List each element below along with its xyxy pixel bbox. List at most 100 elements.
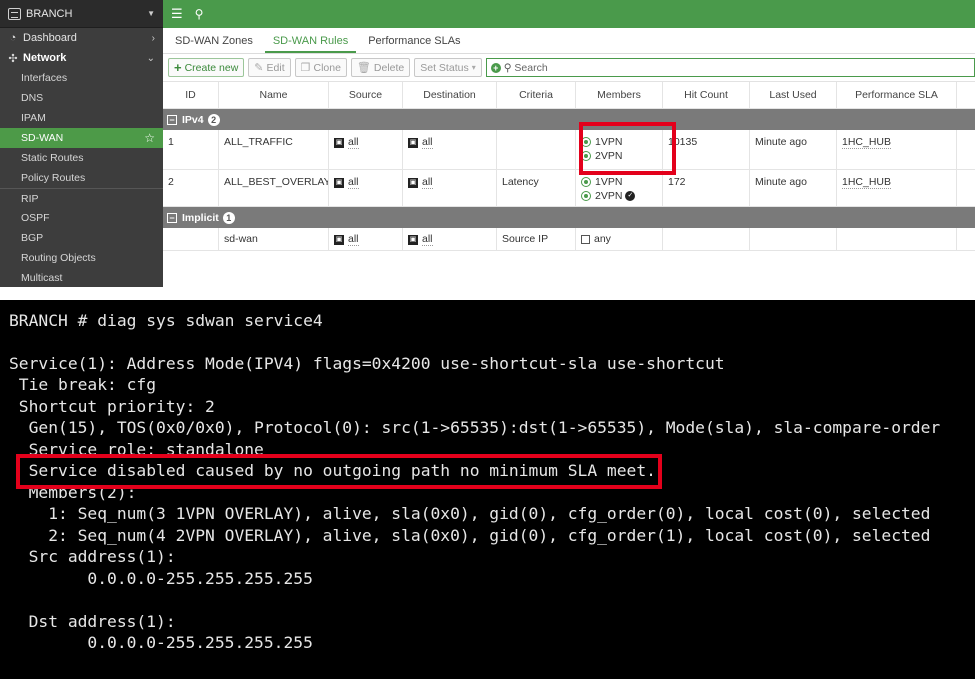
- address-icon: ▣: [334, 177, 344, 188]
- terminal-line: Service(1): Address Mode(IPV4) flags=0x4…: [9, 354, 725, 373]
- tab-performance-slas[interactable]: Performance SLAs: [360, 35, 468, 53]
- cell-performance-sla: 1HC_HUB: [837, 130, 957, 169]
- group-row-implicit[interactable]: − Implicit 1: [163, 207, 975, 228]
- star-icon[interactable]: ☆: [144, 131, 155, 145]
- column-header[interactable]: Name: [219, 82, 329, 108]
- device-icon: [8, 7, 21, 20]
- address-label[interactable]: all: [422, 176, 433, 189]
- cell-source: ▣ all: [329, 130, 403, 169]
- tab-bar: SD-WAN Zones SD-WAN Rules Performance SL…: [163, 28, 975, 54]
- column-header[interactable]: Members: [576, 82, 663, 108]
- sidebar-item-label: OSPF: [21, 212, 50, 224]
- sla-label[interactable]: 1HC_HUB: [842, 176, 892, 189]
- table-row[interactable]: 2 ALL_BEST_OVERLAY ▣ all ▣ all Latency 1VP…: [163, 170, 975, 207]
- terminal-output: BRANCH # diag sys sdwan service4 Service…: [0, 300, 975, 679]
- sidebar-item-label: Static Routes: [21, 152, 84, 164]
- error-highlight-box: [16, 454, 662, 489]
- member-label[interactable]: 1VPN: [595, 176, 622, 188]
- cell-source: ▣ all: [329, 228, 403, 250]
- sidebar-item-ipam[interactable]: IPAM: [0, 108, 163, 128]
- main-panel: ☰ ⚲ SD-WAN Zones SD-WAN Rules Performanc…: [163, 0, 975, 287]
- sidebar-item-label: SD-WAN: [21, 132, 64, 144]
- rules-table: ID Name Source Destination Criteria Memb…: [163, 82, 975, 251]
- tab-sdwan-zones[interactable]: SD-WAN Zones: [167, 35, 261, 53]
- button-label: Edit: [266, 61, 285, 74]
- edit-button[interactable]: ✎ Edit: [248, 58, 291, 77]
- terminal-line: 0.0.0.0-255.255.255.255: [9, 633, 313, 652]
- sidebar-item-multicast[interactable]: Multicast: [0, 268, 163, 288]
- address-label[interactable]: all: [348, 176, 359, 189]
- cell-destination: ▣ all: [403, 228, 497, 250]
- terminal-line: Dst address(1):: [9, 612, 176, 631]
- clone-button[interactable]: ❐ Clone: [294, 58, 347, 77]
- sidebar-item-label: BGP: [21, 232, 44, 244]
- cell-source: ▣ all: [329, 170, 403, 206]
- set-status-button[interactable]: Set Status ▾: [414, 58, 482, 77]
- check-icon: ✓: [625, 191, 636, 201]
- sidebar-item-bgp[interactable]: BGP: [0, 228, 163, 248]
- sidebar-item-dns[interactable]: DNS: [0, 88, 163, 108]
- address-label[interactable]: all: [348, 136, 359, 149]
- terminal-line: Shortcut priority: 2: [9, 397, 215, 416]
- address-label[interactable]: all: [422, 233, 433, 246]
- table-row[interactable]: 1 ALL_TRAFFIC ▣ all ▣ all 1VPN 2VPN 10135 …: [163, 130, 975, 170]
- column-header[interactable]: Destination: [403, 82, 497, 108]
- group-count-badge: 1: [222, 211, 235, 224]
- sla-label[interactable]: 1HC_HUB: [842, 136, 892, 149]
- sidebar-item-dashboard[interactable]: ◔ Dashboard ›: [0, 28, 163, 48]
- collapse-icon[interactable]: −: [167, 114, 177, 125]
- table-header: ID Name Source Destination Criteria Memb…: [163, 82, 975, 109]
- cell-members: any: [576, 228, 663, 250]
- sidebar-item-network[interactable]: ✣ Network ⌄: [0, 48, 163, 68]
- sidebar-item-static-routes[interactable]: Static Routes: [0, 148, 163, 168]
- column-header[interactable]: ID: [163, 82, 219, 108]
- column-header[interactable]: Performance SLA: [837, 82, 957, 108]
- sidebar-item-interfaces[interactable]: Interfaces: [0, 68, 163, 88]
- sidebar-item-rip[interactable]: RIP: [0, 188, 163, 208]
- add-filter-icon[interactable]: +: [490, 62, 501, 73]
- sidebar-item-label: Network: [23, 52, 67, 64]
- device-selector[interactable]: BRANCH ▼: [0, 0, 163, 28]
- collapse-icon[interactable]: −: [167, 212, 177, 223]
- terminal-line: 1: Seq_num(3 1VPN OVERLAY), alive, sla(0…: [9, 504, 931, 523]
- tab-sdwan-rules[interactable]: SD-WAN Rules: [264, 35, 357, 53]
- terminal-line: 0.0.0.0-255.255.255.255: [9, 569, 313, 588]
- terminal-line: Tie break: cfg: [9, 375, 157, 394]
- member-label: any: [594, 233, 611, 245]
- sidebar-item-label: DNS: [21, 92, 44, 104]
- address-label[interactable]: all: [348, 233, 359, 246]
- cell-last-used: [750, 228, 837, 250]
- column-header[interactable]: Source: [329, 82, 403, 108]
- sidebar-item-sdwan[interactable]: SD-WAN ☆: [0, 128, 163, 148]
- chevron-down-icon: ▼: [147, 9, 155, 18]
- address-label[interactable]: all: [422, 136, 433, 149]
- search-icon: ⚲: [503, 61, 512, 74]
- delete-button[interactable]: 🗑 Delete: [350, 58, 411, 77]
- sidebar-item-policy-routes[interactable]: Policy Routes: [0, 168, 163, 188]
- menu-icon[interactable]: ☰: [171, 6, 183, 22]
- cell-criteria: [497, 130, 576, 169]
- column-header[interactable]: Criteria: [497, 82, 576, 108]
- cell-extra: [957, 170, 975, 206]
- toolbar: + Create new ✎ Edit ❐ Clone 🗑 Delete Set Sta…: [163, 54, 975, 82]
- plus-icon: +: [174, 60, 182, 75]
- group-row-ipv4[interactable]: − IPv4 2: [163, 109, 975, 130]
- vpn-member-icon: [581, 191, 591, 201]
- sidebar-item-ospf[interactable]: OSPF: [0, 208, 163, 228]
- cell-last-used: Minute ago: [750, 170, 837, 206]
- column-header[interactable]: Hit Count: [663, 82, 750, 108]
- member-label[interactable]: 2VPN: [595, 190, 622, 202]
- search-icon[interactable]: ⚲: [195, 7, 204, 21]
- sidebar-item-label: Dashboard: [23, 32, 77, 44]
- sidebar-item-routing-objects[interactable]: Routing Objects: [0, 248, 163, 268]
- chevron-right-icon: ›: [151, 32, 155, 44]
- terminal-line: 2: Seq_num(4 2VPN OVERLAY), alive, sla(0…: [9, 526, 931, 545]
- address-icon: ▣: [334, 234, 344, 245]
- search-input[interactable]: + ⚲ Search: [485, 58, 975, 77]
- terminal-line: Gen(15), TOS(0x0/0x0), Protocol(0): src(…: [9, 418, 941, 437]
- cell-performance-sla: [837, 228, 957, 250]
- button-label: Set Status: [420, 61, 469, 74]
- column-header[interactable]: Last Used: [750, 82, 837, 108]
- create-new-button[interactable]: + Create new: [168, 58, 245, 77]
- table-row[interactable]: sd-wan ▣ all ▣ all Source IP any: [163, 228, 975, 251]
